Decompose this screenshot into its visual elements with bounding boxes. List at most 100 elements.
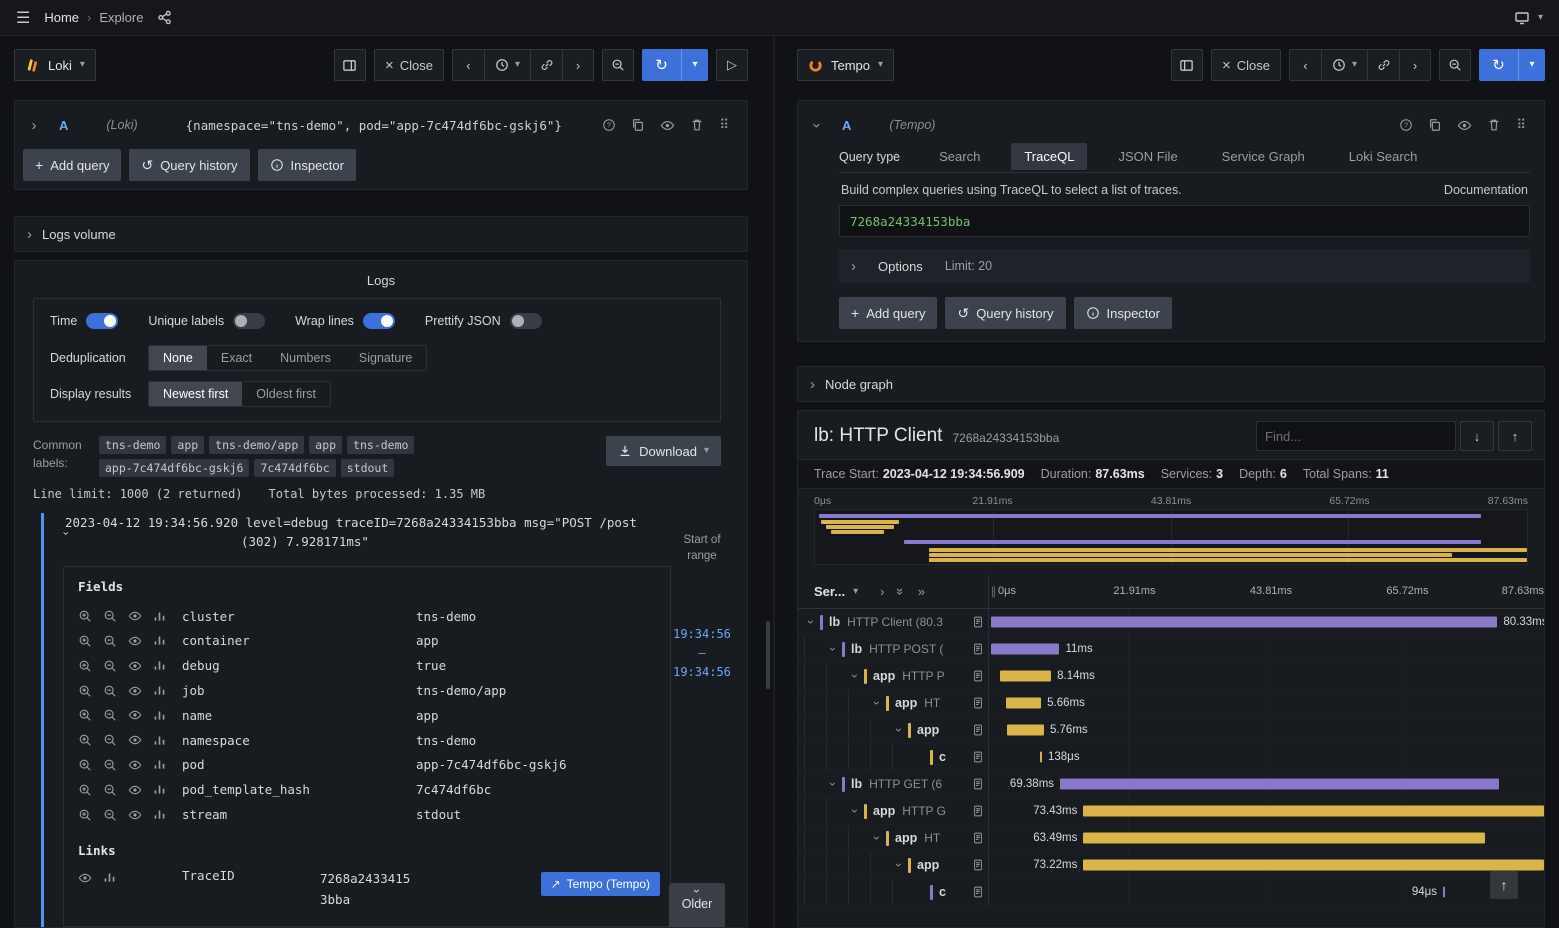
span-name-cell[interactable]: › lb HTTP POST ( xyxy=(798,636,988,662)
span-logs-icon[interactable] xyxy=(972,831,988,845)
query-type-tab[interactable]: TraceQL xyxy=(1011,143,1087,170)
filter-out-value-icon[interactable] xyxy=(103,609,117,623)
span-timeline[interactable]: 94μs xyxy=(988,879,1544,905)
span-logs-icon[interactable] xyxy=(972,615,988,629)
filter-for-value-icon[interactable] xyxy=(78,634,92,648)
span-duration-bar[interactable] xyxy=(991,617,1498,628)
left-pane-scrollbar[interactable] xyxy=(766,621,770,689)
segmented-option[interactable]: Numbers xyxy=(266,346,345,370)
documentation-link[interactable]: Documentation xyxy=(1444,183,1528,197)
query-type-tab[interactable]: Service Graph xyxy=(1209,143,1318,170)
span-logs-icon[interactable] xyxy=(972,777,988,791)
copy-query-icon[interactable] xyxy=(631,118,645,132)
time-picker-button[interactable]: ▾ xyxy=(1321,49,1367,81)
common-label-tag[interactable]: tns-demo xyxy=(99,436,166,454)
span-timeline[interactable]: 73.22ms xyxy=(988,852,1544,878)
common-label-tag[interactable]: app-7c474df6bc-gskj6 xyxy=(99,459,249,477)
span-timeline[interactable]: 138μs xyxy=(988,744,1544,770)
filter-out-value-icon[interactable] xyxy=(103,684,117,698)
find-prev-button[interactable]: ↓ xyxy=(1460,421,1494,451)
expand-all-icon[interactable]: » xyxy=(918,584,925,599)
stats-bars-icon[interactable] xyxy=(153,808,166,821)
span-name-cell[interactable]: › c xyxy=(798,879,988,905)
filter-out-value-icon[interactable] xyxy=(103,659,117,673)
chevron-down-icon[interactable]: › xyxy=(35,527,72,539)
span-row[interactable]: › app 73.22ms xyxy=(798,852,1544,879)
filter-for-value-icon[interactable] xyxy=(78,708,92,722)
filter-out-value-icon[interactable] xyxy=(103,733,117,747)
span-duration-bar[interactable] xyxy=(1060,779,1499,790)
chevron-down-icon[interactable]: › xyxy=(848,669,862,683)
span-timeline[interactable]: 80.33ms xyxy=(988,609,1544,635)
zoom-out-time-button[interactable] xyxy=(1439,49,1471,81)
delete-query-trash-icon[interactable] xyxy=(690,118,704,132)
filter-for-value-icon[interactable] xyxy=(78,808,92,822)
filter-for-value-icon[interactable] xyxy=(78,783,92,797)
collapse-all-icon[interactable]: » xyxy=(894,588,909,595)
toggle-switch[interactable] xyxy=(363,313,395,329)
breadcrumb-explore[interactable]: Explore xyxy=(99,10,143,25)
kiosk-display-icon[interactable] xyxy=(1514,10,1530,26)
span-row[interactable]: › lb HTTP Client (80.3 80.33ms xyxy=(798,609,1544,636)
segmented-option[interactable]: None xyxy=(149,346,207,370)
chevron-down-icon[interactable]: › xyxy=(804,615,818,629)
segmented-option[interactable]: Newest first xyxy=(149,382,242,406)
traceql-query-input[interactable]: 7268a24334153bba xyxy=(839,205,1530,237)
query-history-button[interactable]: ↺ Query history xyxy=(945,297,1065,329)
span-logs-icon[interactable] xyxy=(972,858,988,872)
eye-icon[interactable] xyxy=(128,758,142,772)
chevron-down-icon[interactable]: › xyxy=(826,642,840,656)
stats-bars-icon[interactable] xyxy=(153,634,166,647)
help-icon[interactable]: ? xyxy=(1399,118,1413,132)
chevron-down-icon[interactable]: ▾ xyxy=(1538,13,1543,23)
breadcrumb-home[interactable]: Home xyxy=(44,10,79,25)
span-duration-bar[interactable] xyxy=(1083,806,1544,817)
span-timeline[interactable]: 5.76ms xyxy=(988,717,1544,743)
split-view-button[interactable] xyxy=(1171,49,1203,81)
help-icon[interactable]: ? xyxy=(602,118,616,132)
datasource-picker-loki[interactable]: Loki ▾ xyxy=(14,49,96,81)
stats-bars-icon[interactable] xyxy=(153,659,166,672)
stats-bars-icon[interactable] xyxy=(153,610,166,623)
inspector-button[interactable]: Inspector xyxy=(258,149,356,181)
span-duration-bar[interactable] xyxy=(1083,833,1484,844)
span-duration-bar[interactable] xyxy=(1000,671,1052,682)
span-duration-bar[interactable] xyxy=(991,644,1060,655)
span-logs-icon[interactable] xyxy=(972,885,988,899)
toggle-switch[interactable] xyxy=(233,313,265,329)
common-label-tag[interactable]: app xyxy=(309,436,342,454)
eye-icon[interactable] xyxy=(128,609,142,623)
close-pane-button[interactable]: × Close xyxy=(1211,49,1281,81)
older-logs-button[interactable]: › Older xyxy=(669,883,725,928)
open-in-tempo-button[interactable]: ↗ Tempo (Tempo) xyxy=(541,872,660,896)
time-shift-forward-button[interactable]: › xyxy=(562,49,594,81)
datasource-picker-tempo[interactable]: Tempo ▾ xyxy=(797,49,894,81)
span-row[interactable]: › app 5.76ms xyxy=(798,717,1544,744)
span-row[interactable]: › app HTTP P 8.14ms xyxy=(798,663,1544,690)
span-duration-bar[interactable] xyxy=(1006,698,1042,709)
filter-for-value-icon[interactable] xyxy=(78,609,92,623)
chevron-down-icon[interactable]: › xyxy=(892,858,906,872)
range-from-time[interactable]: 19:34:56 xyxy=(671,625,733,644)
eye-icon[interactable] xyxy=(128,684,142,698)
common-label-tag[interactable]: tns-demo/app xyxy=(209,436,304,454)
span-name-cell[interactable]: › app HT xyxy=(798,690,988,716)
eye-icon[interactable] xyxy=(128,659,142,673)
service-operation-column-header[interactable]: Ser... ▾ › » » xyxy=(798,575,988,608)
filter-for-value-icon[interactable] xyxy=(78,659,92,673)
filter-out-value-icon[interactable] xyxy=(103,634,117,648)
copy-time-link-button[interactable] xyxy=(530,49,562,81)
filter-out-value-icon[interactable] xyxy=(103,758,117,772)
span-row[interactable]: › app HTTP G 73.43ms xyxy=(798,798,1544,825)
span-logs-icon[interactable] xyxy=(972,696,988,710)
toggle-switch[interactable] xyxy=(86,313,118,329)
filter-for-value-icon[interactable] xyxy=(78,758,92,772)
segmented-option[interactable]: Exact xyxy=(207,346,266,370)
span-timeline[interactable]: 8.14ms xyxy=(988,663,1544,689)
toggle-switch[interactable] xyxy=(510,313,542,329)
span-row[interactable]: › lb HTTP GET (6 69.38ms xyxy=(798,771,1544,798)
disable-query-eye-icon[interactable] xyxy=(1457,118,1472,133)
expand-query-icon[interactable]: › xyxy=(27,117,41,134)
span-logs-icon[interactable] xyxy=(972,750,988,764)
refresh-interval-button[interactable]: ▾ xyxy=(1519,49,1545,81)
